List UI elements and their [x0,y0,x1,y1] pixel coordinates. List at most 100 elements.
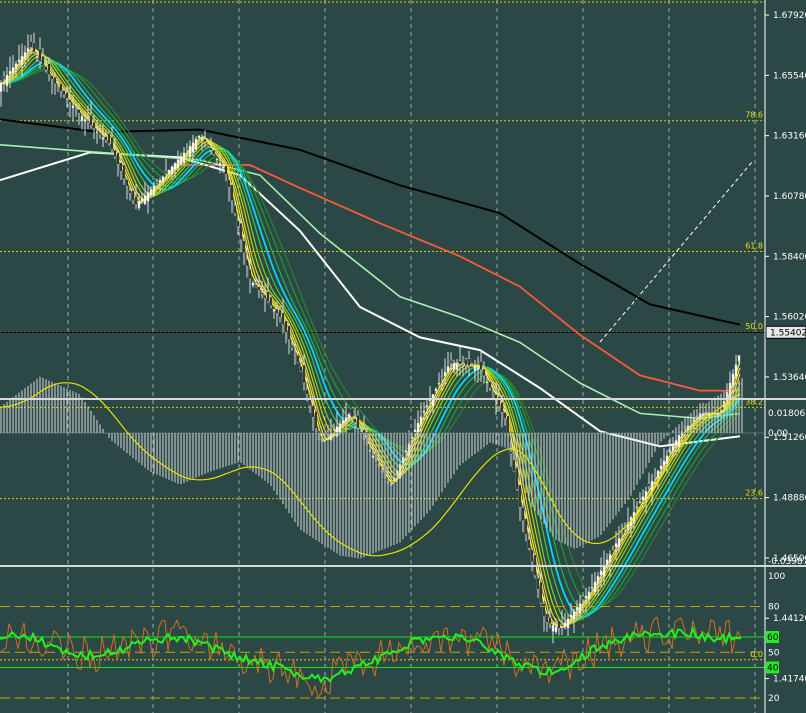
candle-body [167,169,171,174]
candle-body [71,105,75,108]
candle-body [482,368,486,377]
candle-body [17,59,21,62]
candle-body [677,435,681,448]
candle-body [293,354,297,356]
candle-body [545,613,549,623]
candle-body [257,286,261,291]
fib-level-label: 61.8 [745,241,763,250]
candle-body [89,114,93,126]
candle-body [479,361,483,371]
price-tick-label: 1.67920 [773,11,806,21]
candle-body [413,429,417,433]
price-tick-label: 1.44120 [773,614,806,624]
candle-body [605,559,609,566]
candle-body [539,581,543,604]
candle-body [470,365,474,367]
candle-body [242,240,246,254]
candle-body [269,296,273,306]
candle-body [188,145,192,158]
candle-body [44,66,48,71]
candle-body [446,366,450,373]
macd-tick-label: 0.018061 [768,409,806,419]
candle-body [98,132,102,135]
candle-body [251,282,255,286]
price-tick-label: 1.48880 [773,494,806,504]
candle-body [671,445,675,452]
candle-body [20,55,24,66]
price-tick-label: 1.56020 [773,313,806,323]
trading-chart[interactable]: 78.661.850.038.223.60.0 1.679201.655401.… [0,0,806,713]
candle-body [485,381,489,384]
candle-body [8,71,12,75]
candle-body [164,170,168,174]
candle-body [569,614,573,618]
candle-body [29,41,33,48]
candle-body [113,149,117,158]
candle-body [107,133,111,144]
candle-body [278,309,282,318]
candle-body [731,373,735,386]
candle-body [356,414,360,429]
candle-body [353,418,357,423]
candle-body [0,82,3,92]
candle-body [287,325,291,341]
candle-body [215,158,219,160]
candle-body [542,603,546,617]
candle-body [656,470,660,479]
candle-body [476,367,480,370]
candle-body [461,363,465,366]
candle-body [236,220,240,227]
candle-body [233,205,237,214]
candle-body [59,83,63,92]
candle-body [41,56,45,66]
rsi-level-badge-label: 40 [767,664,779,674]
candle-body [584,595,588,598]
candle-body [74,108,78,110]
fib-level-label: 23.6 [745,489,763,498]
price-tick-label: 1.63160 [773,132,806,142]
candle-body [566,618,570,629]
candle-body [170,166,174,175]
candle-body [140,198,144,202]
candle-body [86,120,90,123]
candle-body [152,186,156,196]
candle-body [464,358,468,366]
candle-body [230,184,234,201]
price-tick-label: 1.65540 [773,71,806,81]
candle-body [92,121,96,129]
candle-body [56,86,60,88]
candle-body [488,381,492,389]
candle-body [125,179,129,187]
candle-body [536,577,540,590]
candle-body [587,591,591,600]
panel-separator [0,565,806,567]
candle-body [635,506,639,509]
candle-body [737,355,741,362]
price-tick-label: 1.60780 [773,192,806,202]
candle-body [179,156,183,165]
candle-body [572,610,576,620]
candle-body [617,538,621,548]
candle-body [209,147,213,151]
candle-body [575,607,579,611]
candle-body [563,622,567,628]
candle-body [245,258,249,267]
candle-body [128,190,132,194]
candle-body [419,416,423,425]
candle-body [38,48,42,62]
candle-body [665,455,669,465]
candle-body [641,496,645,501]
fib-level-label: 0.0 [750,650,763,659]
candle-body [260,292,264,295]
candle-body [515,466,519,490]
candle-body [272,309,276,312]
candle-body [344,417,348,422]
candle-body [599,570,603,576]
fib-level-label: 78.6 [745,111,763,120]
candle-body [302,364,306,384]
candle-body [26,48,30,52]
candle-body [659,465,663,470]
candle-body [596,576,600,583]
candle-body [161,176,165,182]
candle-body [614,543,618,547]
